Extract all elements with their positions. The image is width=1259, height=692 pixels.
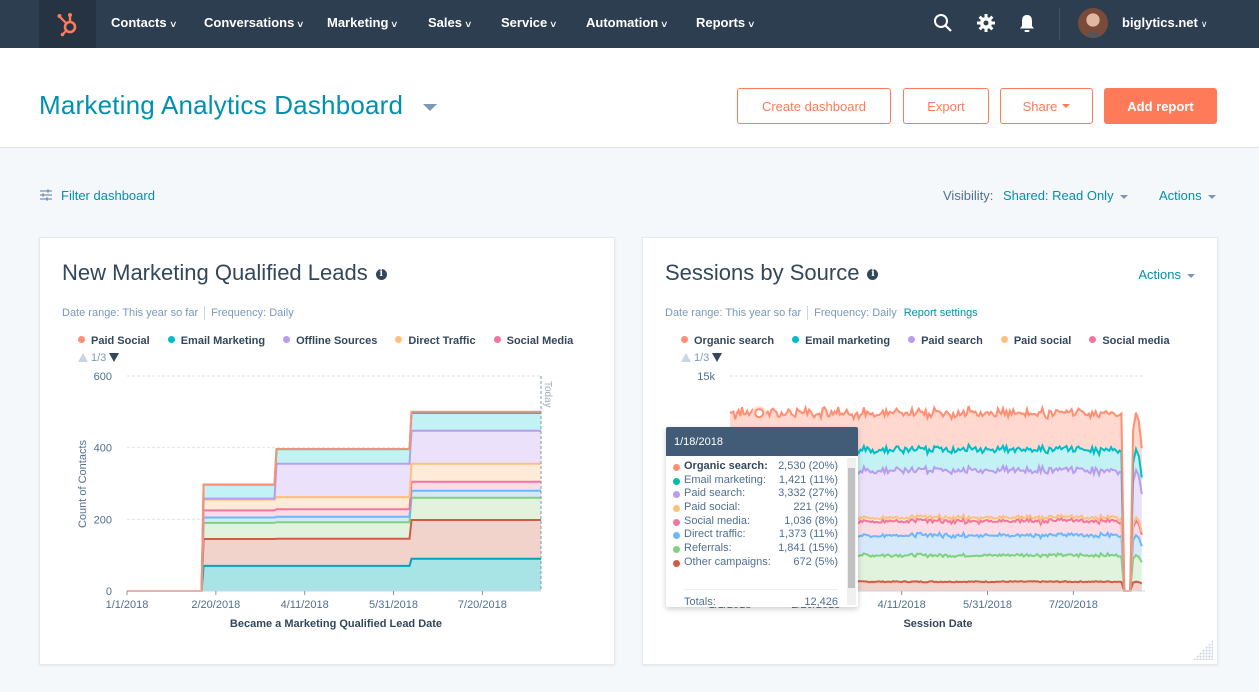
tooltip-value: 1,373 (11%) <box>778 528 838 541</box>
hover-marker <box>754 408 765 419</box>
x-axis-label: Became a Marketing Qualified Lead Date <box>230 618 442 630</box>
series-dot-icon <box>673 559 680 567</box>
tooltip-row: Referrals: 1,841 (15%) <box>666 542 846 556</box>
tooltip-row: Direct traffic: 1,373 (11%) <box>666 528 846 542</box>
x-tick-label: 5/31/2018 <box>369 599 418 611</box>
scrollbar-thumb[interactable] <box>848 468 855 588</box>
series-dot-icon <box>673 505 680 513</box>
tooltip-label: Organic search: <box>684 460 768 472</box>
tooltip-value: 3,332 (27%) <box>778 487 838 500</box>
series-dot-icon <box>673 491 680 499</box>
tooltip-value: 1,841 (15%) <box>778 542 838 555</box>
tooltip-label: Direct traffic: <box>684 528 746 541</box>
tooltip-value: 672 (5%) <box>793 555 838 568</box>
tooltip-label: Referrals: <box>684 542 732 555</box>
series-dot-icon <box>673 464 680 471</box>
today-label: Today <box>542 381 553 408</box>
x-tick-label: 7/20/2018 <box>1049 599 1098 611</box>
series-dot-icon <box>673 518 680 526</box>
chart-tooltip: 1/18/2018 Organic search: 2,530 (20%) Emai… <box>666 427 858 607</box>
tooltip-label: Paid social: <box>684 501 741 514</box>
tooltip-row: Paid social: 221 (2%) <box>666 501 846 515</box>
tooltip-row: Organic search: 2,530 (20%) <box>666 460 846 474</box>
tooltip-row: Email marketing: 1,421 (11%) <box>666 474 846 488</box>
x-tick-label: 4/11/2018 <box>878 599 926 611</box>
y-tick-label: 400 <box>94 443 112 455</box>
series-dot-icon <box>673 532 680 540</box>
tooltip-value: 221 (2%) <box>793 501 838 514</box>
tooltip-value: 1,036 (8%) <box>784 514 838 527</box>
y-tick-label: 200 <box>94 514 112 526</box>
totals-label: Totals: <box>684 596 716 607</box>
tooltip-date: 1/18/2018 <box>666 427 858 456</box>
series-dot-icon <box>673 477 680 485</box>
tooltip-label: Paid search: <box>684 487 746 500</box>
tooltip-rows: Organic search: 2,530 (20%) Email marketin… <box>666 460 846 570</box>
y-tick-label: 0 <box>106 586 112 598</box>
tooltip-value: 1,421 (11%) <box>778 473 838 486</box>
tooltip-label: Social media: <box>684 514 751 527</box>
mql-chart: 0 200 400 600 Count of Contacts Today 1/1/2018… <box>77 371 1145 630</box>
tooltip-row: Paid search: 3,332 (27%) <box>666 487 846 501</box>
x-tick-label: 4/11/2018 <box>281 599 329 611</box>
tooltip-totals: Totals: 12,426 <box>684 589 838 607</box>
tooltip-row: Other campaigns: 672 (5%) <box>666 556 846 570</box>
x-tick-label: 7/20/2018 <box>458 599 507 611</box>
x-axis-label: Session Date <box>903 618 972 630</box>
x-tick-label: 2/20/2018 <box>191 599 240 611</box>
y-tick-label: 15k <box>697 371 715 383</box>
tooltip-scrollbar[interactable] <box>847 458 856 605</box>
tooltip-label: Email marketing: <box>684 473 766 486</box>
y-axis-label: Count of Contacts <box>77 439 89 528</box>
tooltip-label: Other campaigns: <box>684 555 771 568</box>
tooltip-value: 2,530 (20%) <box>778 460 838 472</box>
totals-value: 12,426 <box>804 596 838 607</box>
y-tick-label: 600 <box>94 371 112 383</box>
series-dot-icon <box>673 546 680 554</box>
tooltip-row: Social media: 1,036 (8%) <box>666 515 846 529</box>
x-tick-label: 1/1/2018 <box>106 599 149 611</box>
x-tick-label: 5/31/2018 <box>963 599 1012 611</box>
